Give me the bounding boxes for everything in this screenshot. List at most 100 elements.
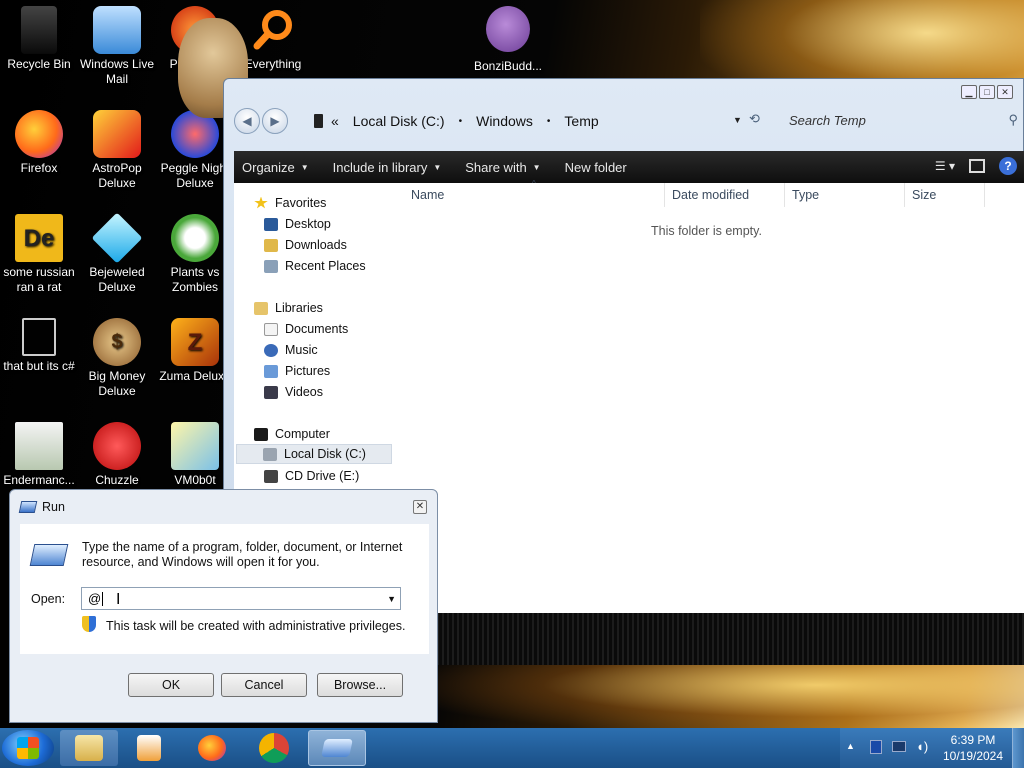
run-title-bar[interactable]: Run ✕: [10, 490, 437, 524]
desktop-icon-astropop[interactable]: AstroPop Deluxe: [78, 104, 156, 191]
organize-button[interactable]: Organize ▼: [234, 151, 317, 183]
new-folder-button[interactable]: New folder: [557, 151, 635, 183]
minimize-button[interactable]: ▁: [961, 85, 977, 99]
search-icon[interactable]: ⚲: [1008, 112, 1018, 128]
desktop-icon-recycle-bin[interactable]: Recycle Bin: [0, 0, 78, 72]
start-button[interactable]: [2, 730, 54, 766]
money-bag-icon: $: [93, 318, 141, 366]
nav-documents[interactable]: Documents: [264, 319, 348, 339]
chevron-down-icon[interactable]: ▼: [387, 594, 396, 604]
chevron-down-icon: ▼: [532, 162, 541, 172]
chevron-down-icon: ▼: [300, 162, 309, 172]
preview-pane-icon[interactable]: [969, 159, 985, 173]
desktop-icon-that-but-its-csharp[interactable]: that but its c#: [0, 312, 78, 374]
nav-videos[interactable]: Videos: [264, 382, 323, 402]
taskbar-firefox[interactable]: [183, 730, 241, 766]
pictures-icon: [264, 364, 278, 378]
clock-date: 10/19/2024: [942, 749, 1004, 763]
media-player-icon: [137, 735, 161, 761]
run-dialog: Run ✕ Type the name of a program, folder…: [9, 489, 438, 723]
forward-button[interactable]: ▶: [262, 108, 288, 134]
taskbar-chrome[interactable]: [245, 730, 303, 766]
nav-libraries[interactable]: Libraries: [254, 298, 323, 318]
close-button[interactable]: ✕: [997, 85, 1013, 99]
recent-places-icon: [264, 259, 278, 273]
desktop-icon-bejeweled[interactable]: Bejeweled Deluxe: [78, 208, 156, 295]
nav-favorites-label: Favorites: [275, 196, 327, 210]
column-divider[interactable]: [784, 183, 785, 207]
admin-privileges-note: This task will be created with administr…: [106, 619, 406, 633]
breadcrumb-separator: •: [458, 115, 463, 127]
nav-computer-label: Computer: [275, 427, 330, 441]
view-options-icon[interactable]: ☰ ▾: [935, 159, 955, 173]
include-in-library-button[interactable]: Include in library ▼: [325, 151, 450, 183]
nav-downloads[interactable]: Downloads: [264, 235, 347, 255]
open-input[interactable]: @ I ▼: [81, 587, 401, 610]
column-date-modified[interactable]: Date modified: [672, 188, 749, 202]
nav-computer[interactable]: Computer: [254, 424, 330, 444]
refresh-icon[interactable]: ⟲: [749, 111, 760, 127]
column-divider[interactable]: [904, 183, 905, 207]
search-input[interactable]: Search Temp: [789, 113, 866, 128]
run-instructions: Type the name of a program, folder, docu…: [82, 540, 403, 569]
nav-music[interactable]: Music: [264, 340, 318, 360]
desktop-icon-firefox[interactable]: Firefox: [0, 104, 78, 176]
column-name[interactable]: Name: [411, 188, 444, 202]
desktop-icon-endermanch[interactable]: Endermanc...: [0, 416, 78, 488]
cancel-button[interactable]: Cancel: [221, 673, 307, 697]
column-divider[interactable]: [664, 183, 665, 207]
desktop-icon-label: Bejeweled Deluxe: [89, 265, 145, 294]
column-type[interactable]: Type: [792, 188, 819, 202]
back-button[interactable]: ◀: [234, 108, 260, 134]
address-dropdown-icon[interactable]: ▼: [733, 115, 742, 125]
search-icon: [249, 6, 297, 54]
nav-pictures[interactable]: Pictures: [264, 361, 330, 381]
run-body: Type the name of a program, folder, docu…: [20, 524, 429, 654]
desktop-icon-chuzzle[interactable]: Chuzzle: [78, 416, 156, 488]
desktop-icon-some-russian[interactable]: De some russian ran a rat: [0, 208, 78, 295]
show-hidden-icons-icon[interactable]: ▲: [846, 741, 855, 751]
column-size[interactable]: Size: [912, 188, 936, 202]
nav-videos-label: Videos: [285, 385, 323, 399]
nav-cd-drive[interactable]: CD Drive (E:): [264, 466, 359, 486]
breadcrumb-overflow[interactable]: «: [331, 113, 339, 129]
bonzi-buddy-icon[interactable]: [486, 6, 530, 52]
nav-desktop-label: Desktop: [285, 217, 331, 231]
network-icon[interactable]: [892, 741, 906, 752]
nav-recent-places[interactable]: Recent Places: [264, 256, 366, 276]
breadcrumb-item-temp[interactable]: Temp: [564, 113, 598, 129]
downloads-folder-icon: [264, 238, 278, 252]
taskbar-media-player[interactable]: [120, 730, 178, 766]
breadcrumb[interactable]: « Local Disk (C:) • Windows • Temp: [314, 108, 764, 134]
taskbar-run[interactable]: [308, 730, 366, 766]
address-row: ◀ ▶ « Local Disk (C:) • Windows • Temp ▼…: [234, 105, 1018, 137]
documents-icon: [264, 322, 278, 336]
maximize-button[interactable]: □: [979, 85, 995, 99]
drive-icon: [263, 447, 277, 461]
gem-icon: [91, 212, 143, 264]
nav-local-disk[interactable]: Local Disk (C:): [236, 444, 392, 464]
ok-button[interactable]: OK: [128, 673, 214, 697]
volume-icon[interactable]: ◖): [916, 739, 928, 754]
show-desktop-button[interactable]: [1012, 728, 1024, 768]
breadcrumb-item-local-disk[interactable]: Local Disk (C:): [353, 113, 445, 129]
column-divider[interactable]: [984, 183, 985, 207]
desktop-icon-big-money[interactable]: $ Big Money Deluxe: [78, 312, 156, 399]
nav-cd-drive-label: CD Drive (E:): [285, 469, 360, 483]
column-headers: Name ^ Date modified Type Size: [404, 179, 1024, 207]
browse-button[interactable]: Browse...: [317, 673, 403, 697]
window-controls: ▁ □ ✕: [961, 85, 1013, 99]
desktop-icon-windows-live-mail[interactable]: Windows Live Mail: [78, 0, 156, 87]
close-icon[interactable]: ✕: [413, 500, 427, 514]
help-icon[interactable]: ?: [999, 157, 1017, 175]
clock[interactable]: 6:39 PM 10/19/2024: [940, 732, 1006, 764]
nav-recent-places-label: Recent Places: [285, 259, 366, 273]
search-box[interactable]: Search Temp ⚲: [779, 107, 1024, 133]
tray-app-icon[interactable]: [870, 740, 882, 754]
zuma-icon: Z: [171, 318, 219, 366]
chrome-icon: [259, 733, 289, 763]
nav-favorites[interactable]: Favorites: [254, 193, 326, 213]
nav-desktop[interactable]: Desktop: [264, 214, 331, 234]
taskbar-explorer[interactable]: [60, 730, 118, 766]
breadcrumb-item-windows[interactable]: Windows: [476, 113, 533, 129]
